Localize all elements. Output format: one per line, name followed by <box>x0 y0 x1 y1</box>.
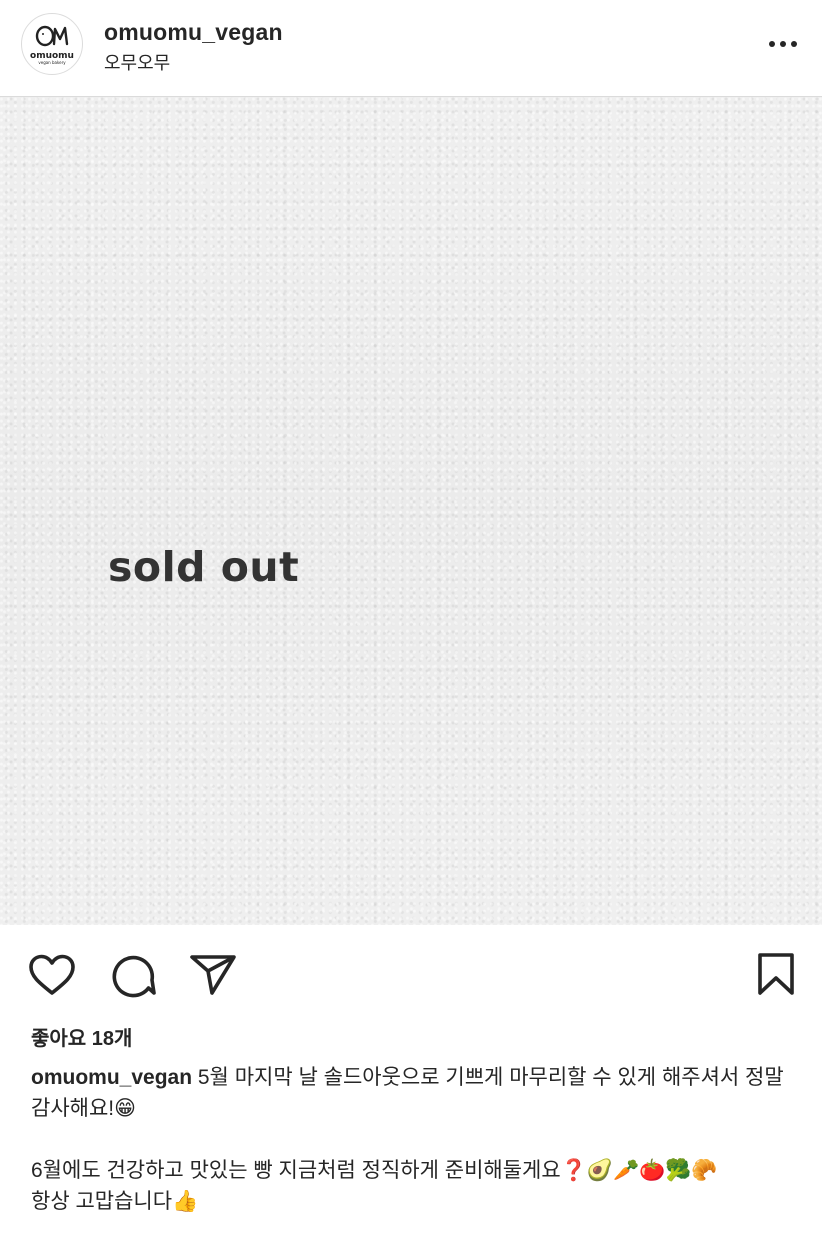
post-location[interactable]: 오무오무 <box>104 49 170 75</box>
share-button[interactable] <box>188 953 238 1002</box>
caption-line-2: 6월에도 건강하고 맛있는 빵 지금처럼 정직하게 준비해둘게요❓🥑🥕🍅🥦🥐 <box>31 1159 718 1182</box>
caption-username[interactable]: omuomu_vegan <box>31 1066 192 1089</box>
avatar[interactable]: omuomu vegan bakery <box>21 13 83 75</box>
heart-icon <box>29 954 75 995</box>
post-header: omuomu vegan bakery omuomu_vegan 오무오무 <box>0 0 822 97</box>
like-button[interactable] <box>27 953 77 1002</box>
more-options-button[interactable] <box>762 30 802 58</box>
post-caption: omuomu_vegan 5월 마지막 날 솔드아웃으로 기쁘게 마무리할 수 … <box>31 1062 801 1217</box>
like-count[interactable]: 좋아요 18개 <box>31 1022 132 1051</box>
bookmark-icon <box>758 953 794 995</box>
omuomu-logo: omuomu vegan bakery <box>30 25 74 65</box>
post-image[interactable]: sold out <box>0 97 822 925</box>
comment-button[interactable] <box>108 952 158 1003</box>
post-username[interactable]: omuomu_vegan <box>104 19 283 46</box>
avatar-subtext: vegan bakery <box>38 60 66 65</box>
caption-line-3: 항상 고맙습니다👍 <box>31 1190 199 1213</box>
post-actions <box>0 925 822 1020</box>
save-button[interactable] <box>754 951 798 1002</box>
send-icon <box>190 955 236 995</box>
caption-line-1: omuomu_vegan 5월 마지막 날 솔드아웃으로 기쁘게 마무리할 수 … <box>31 1062 801 1124</box>
sold-out-text: sold out <box>108 543 300 591</box>
comment-icon <box>112 955 156 998</box>
more-icon <box>769 41 797 47</box>
